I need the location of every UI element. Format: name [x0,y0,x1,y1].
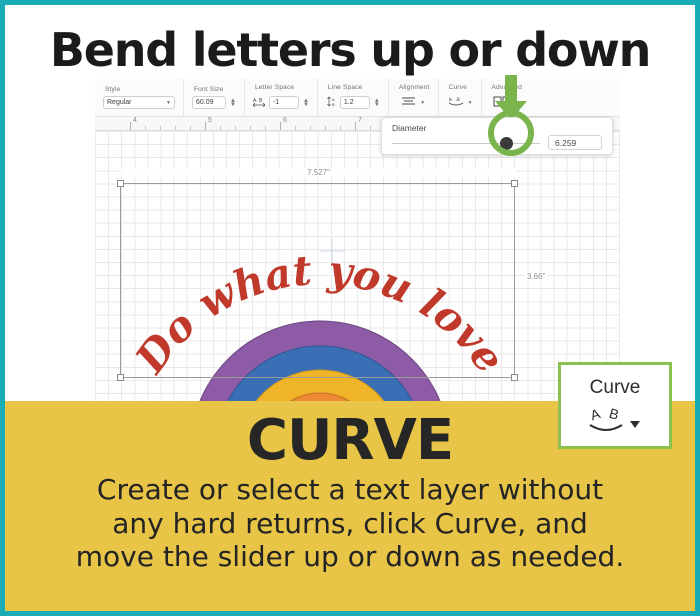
page-title: Bend letters up or down [49,23,652,77]
resize-handle-bottom-right[interactable] [511,374,518,381]
font-size-input[interactable]: 60.09 [192,96,226,109]
line-space-input[interactable]: 1.2 [339,96,370,109]
resize-handle-top-left[interactable] [117,180,124,187]
design-canvas[interactable]: Do what you love 7.527" 3.66" [95,131,620,404]
font-size-label: Font Size [194,86,224,93]
toolbar-group-alignment: Alignment ▼ [389,79,439,116]
diameter-label: Diameter [392,123,427,133]
diameter-value-input[interactable]: 6.259 [548,135,602,150]
style-value: Regular [107,99,132,106]
letter-space-input[interactable]: -1 [268,96,299,109]
toolbar-group-style: Style Regular ▼ [95,79,184,116]
style-dropdown[interactable]: Regular ▼ [103,96,175,109]
band-line-3: move the slider up or down as needed. [75,540,625,574]
stepper-icon[interactable]: ▲ ▼ [374,98,380,108]
letter-space-icon: AB [252,94,266,112]
svg-text:B: B [607,404,620,422]
curve-icon[interactable]: AB [447,94,465,112]
letter-space-value: -1 [272,99,280,106]
letter-space-label: Letter Space [254,83,295,91]
green-highlight-ring [488,110,534,156]
resize-handle-top-right[interactable] [511,180,518,187]
selection-width-label: 7.527" [121,168,516,177]
line-space-value: 1.2 [343,99,354,106]
selection-bounding-box[interactable]: 7.527" 3.66" [117,168,548,381]
line-space-label: Line Space [327,83,363,91]
ruler-mark-7: 7 [358,117,362,124]
ruler-mark-4: 4 [133,117,137,124]
toolbar-group-curve[interactable]: Curve AB ▼ [439,79,482,116]
selection-height-label: 3.66" [525,272,548,281]
chevron-down-icon[interactable]: ▼ [468,100,473,106]
stepper-icon[interactable]: ▲ ▼ [303,98,309,108]
curve-callout-card[interactable]: Curve A B [558,362,672,449]
band-body: Create or select a text layer without an… [5,473,695,574]
svg-text:A: A [588,405,602,423]
ruler-mark-6: 6 [283,117,287,124]
toolbar-group-font-size: Font Size 60.09 ▲ ▼ [184,79,245,116]
svg-text:B: B [455,96,460,103]
infographic-page: Bend letters up or down Style Regular ▼ … [0,0,700,616]
svg-text:A: A [448,96,453,103]
curve-label: Curve [448,83,467,91]
svg-text:B: B [332,102,335,107]
chevron-down-icon[interactable]: ▼ [420,100,425,106]
style-label: Style [105,86,121,93]
band-line-1: Create or select a text layer without [96,473,604,506]
callout-title: Curve [589,376,641,398]
svg-text:B: B [259,98,263,104]
resize-handle-bottom-left[interactable] [117,374,124,381]
toolbar-group-line-space: Line Space AB 1.2 ▲ ▼ [318,79,389,116]
app-screenshot: Style Regular ▼ Font Size 60.09 ▲ ▼ Lett… [95,79,620,404]
toolbar-group-letter-space: Letter Space AB -1 ▲ ▼ [245,79,318,116]
ruler-mark-5: 5 [208,117,212,124]
stepper-icon[interactable]: ▲ ▼ [230,98,236,108]
alignment-label: Alignment [398,83,430,91]
line-space-icon: AB [326,94,337,112]
band-line-2: any hard returns, click Curve, and [112,506,588,540]
curve-ab-icon[interactable]: A B [584,403,646,435]
chevron-down-icon: ▼ [166,99,171,106]
alignment-icon[interactable] [401,94,417,112]
chevron-down-icon [630,420,640,428]
font-size-value: 60.09 [196,99,214,106]
text-toolbar: Style Regular ▼ Font Size 60.09 ▲ ▼ Lett… [95,79,620,117]
